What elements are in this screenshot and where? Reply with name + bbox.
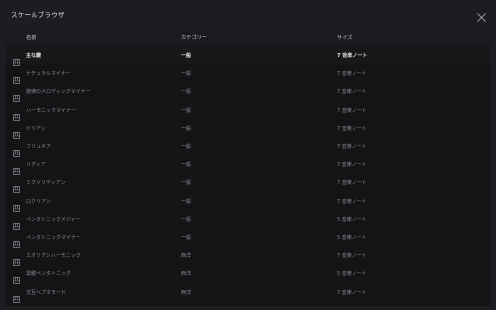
scale-name: ミクソリディアン bbox=[26, 180, 66, 187]
close-icon bbox=[477, 13, 486, 22]
scale-category: 一般 bbox=[181, 180, 192, 187]
piano-keys-icon bbox=[13, 51, 20, 66]
piano-keys-icon bbox=[13, 288, 20, 303]
scale-category: 一般 bbox=[181, 235, 192, 241]
column-header-size[interactable]: サイズ bbox=[337, 34, 352, 41]
scale-name: ハーモニックマイナー bbox=[26, 107, 76, 114]
piano-keys-icon bbox=[13, 160, 20, 176]
scale-size: 7 音楽ノート bbox=[337, 71, 367, 78]
scale-size: 5 音楽ノート bbox=[337, 235, 367, 241]
table-header: 名前 カテゴリー サイズ bbox=[5, 27, 491, 46]
scale-name: 旋律のメロディックマイナー bbox=[26, 89, 91, 96]
piano-keys-icon bbox=[13, 124, 20, 139]
piano-keys-icon bbox=[13, 69, 20, 85]
title-bar: スケールブラウザ bbox=[0, 0, 496, 27]
window-title: スケールブラウザ bbox=[11, 11, 65, 19]
scale-size: 7 音楽ノート bbox=[337, 162, 367, 169]
scale-category: 一般 bbox=[181, 89, 192, 96]
scale-name: ペンタトニックメジャー bbox=[26, 216, 81, 223]
table-row[interactable]: フリュギア 一般 7 音楽ノート bbox=[5, 137, 491, 157]
table-row[interactable]: リディア 一般 7 音楽ノート bbox=[5, 155, 491, 176]
column-header-name[interactable]: 名前 bbox=[26, 34, 36, 41]
scale-table: 名前 カテゴリー サイズ 主な鍵 一般 7 音楽ノート ナチュラルマイナー 一般 7 音楽… bbox=[5, 27, 491, 306]
table-row[interactable]: エオリアンハーモニック 西洋 7 音楽ノート bbox=[5, 246, 491, 267]
scale-size: 5 音楽ノート bbox=[337, 271, 367, 278]
piano-keys-icon bbox=[13, 178, 20, 194]
scale-size: 7 音楽ノート bbox=[337, 289, 367, 296]
table-row[interactable]: 交互ヘプタモード 西洋 7 音楽ノート bbox=[5, 283, 491, 303]
scale-category: 一般 bbox=[181, 53, 192, 59]
scale-category: 西洋 bbox=[181, 253, 192, 260]
scale-category: 一般 bbox=[181, 144, 192, 150]
table-row[interactable]: ドリアン 一般 7 音楽ノート bbox=[5, 119, 491, 139]
scale-name: 黒鍵ペンタトニック bbox=[26, 271, 72, 278]
scale-size: 7 音楽ノート bbox=[337, 89, 367, 96]
scale-size: 7 音楽ノート bbox=[337, 180, 367, 187]
scale-size: 7 音楽ノート bbox=[337, 253, 367, 260]
scale-name: ドリアン bbox=[26, 125, 46, 132]
piano-keys-icon bbox=[13, 233, 20, 248]
scale-size: 7 音楽ノート bbox=[337, 144, 367, 150]
scale-name: リディア bbox=[26, 162, 46, 169]
scale-category: 一般 bbox=[181, 125, 192, 132]
scale-name: ペンタトニックマイナー bbox=[26, 235, 81, 241]
scale-category: 西洋 bbox=[181, 289, 192, 296]
piano-keys-icon bbox=[13, 142, 20, 157]
scale-category: 西洋 bbox=[181, 271, 192, 278]
scale-name: フリュギア bbox=[26, 144, 52, 150]
piano-keys-icon bbox=[13, 215, 20, 230]
scale-category: 一般 bbox=[181, 107, 192, 114]
scale-category: 一般 bbox=[181, 162, 192, 169]
scale-category: 一般 bbox=[181, 216, 192, 223]
scale-size: 7 音楽ノート bbox=[337, 53, 368, 59]
scale-name: ロクリアン bbox=[26, 198, 51, 205]
piano-keys-icon bbox=[13, 197, 20, 212]
table-row[interactable]: ペンタトニックメジャー 一般 5 音楽ノート bbox=[5, 210, 491, 230]
table-row[interactable]: 旋律のメロディックマイナー 一般 7 音楽ノート bbox=[5, 82, 491, 103]
table-row[interactable]: ミクソリディアン 一般 7 音楽ノート bbox=[5, 173, 491, 194]
table-row[interactable]: ペンタトニックマイナー 一般 5 音楽ノート bbox=[5, 228, 491, 248]
scale-size: 7 音楽ノート bbox=[337, 198, 367, 205]
scale-category: 一般 bbox=[181, 198, 192, 205]
scale-browser-window: スケールブラウザ 名前 カテゴリー サイズ 主な鍵 一般 7 音楽ノート ナチュラルマ… bbox=[0, 0, 496, 310]
scale-name: エオリアンハーモニック bbox=[26, 253, 81, 260]
table-row[interactable]: 黒鍵ペンタトニック 西洋 5 音楽ノート bbox=[5, 264, 491, 285]
table-row[interactable]: ナチュラルマイナー 一般 7 音楽ノート bbox=[5, 64, 491, 85]
scale-size: 7 音楽ノート bbox=[337, 125, 367, 132]
scale-name: ナチュラルマイナー bbox=[26, 71, 71, 78]
scale-size: 7 音楽ノート bbox=[337, 107, 367, 114]
piano-keys-icon bbox=[13, 106, 20, 121]
scale-size: 5 音楽ノート bbox=[337, 216, 367, 223]
piano-keys-icon bbox=[13, 269, 20, 285]
piano-keys-icon bbox=[13, 251, 20, 267]
column-header-category[interactable]: カテゴリー bbox=[181, 34, 207, 41]
scale-name: 交互ヘプタモード bbox=[26, 289, 67, 296]
scale-category: 一般 bbox=[181, 71, 192, 78]
piano-keys-icon bbox=[13, 87, 20, 103]
table-row[interactable]: 主な鍵 一般 7 音楽ノート bbox=[5, 46, 491, 66]
close-button[interactable] bbox=[476, 8, 487, 22]
scale-name: 主な鍵 bbox=[26, 53, 42, 59]
table-row[interactable]: ロクリアン 一般 7 音楽ノート bbox=[5, 192, 491, 212]
table-row[interactable]: ハーモニックマイナー 一般 7 音楽ノート bbox=[5, 101, 491, 121]
